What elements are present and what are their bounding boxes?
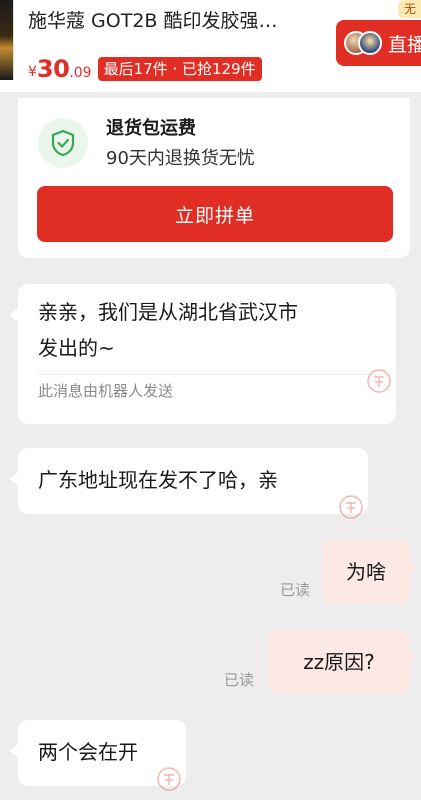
message-text: 亲亲，我们是从湖北省武汉市 发出的~	[38, 300, 298, 360]
stock-badge: 最后17件 · 已抢129件	[97, 57, 262, 81]
read-status: 已读	[280, 581, 311, 599]
price-row: ¥ 30 .09 最后17件 · 已抢129件	[28, 55, 262, 83]
watermark-icon	[367, 369, 391, 393]
avatar	[358, 31, 382, 55]
live-avatars	[344, 29, 384, 57]
watermark-icon	[157, 767, 181, 791]
product-title[interactable]: 施华蔻 GOT2B 酷印发胶强…	[28, 8, 328, 34]
price-integer: 30	[36, 55, 70, 83]
live-tag: 无	[398, 0, 421, 18]
chat-message[interactable]: 为啥	[322, 540, 418, 604]
live-stream-button[interactable]: 直播	[336, 20, 421, 66]
return-policy-card: 退货包运费 90天内退换货无忧 立即拼单	[18, 98, 410, 258]
chat-message[interactable]: zz原因?	[268, 630, 418, 694]
chat-message[interactable]: 亲亲，我们是从湖北省武汉市 发出的~ 此消息由机器人发送	[10, 284, 396, 424]
read-status: 已读	[224, 671, 255, 689]
message-text: 为啥	[346, 560, 386, 584]
message-text: 两个会在开	[38, 740, 138, 764]
watermark-icon	[339, 495, 363, 519]
return-subtitle: 90天内退换货无忧	[106, 148, 255, 169]
product-header[interactable]: 施华蔻 GOT2B 酷印发胶强… ¥ 30 .09 最后17件 · 已抢129件…	[0, 0, 421, 92]
bot-note: 此消息由机器人发送	[38, 382, 174, 400]
chat-message[interactable]: 广东地址现在发不了哈，亲	[10, 448, 368, 519]
message-text: zz原因?	[303, 650, 375, 674]
live-label: 直播	[388, 33, 421, 56]
chat-message[interactable]: 两个会在开	[10, 720, 186, 791]
divider	[38, 374, 376, 375]
group-buy-button[interactable]: 立即拼单	[37, 186, 393, 242]
message-text: 广东地址现在发不了哈，亲	[38, 468, 278, 492]
price-symbol: ¥	[28, 64, 37, 80]
return-title: 退货包运费	[106, 118, 196, 139]
product-thumbnail[interactable]	[0, 0, 14, 80]
price-decimal: .09	[69, 65, 92, 81]
shield-check-icon	[38, 118, 88, 168]
